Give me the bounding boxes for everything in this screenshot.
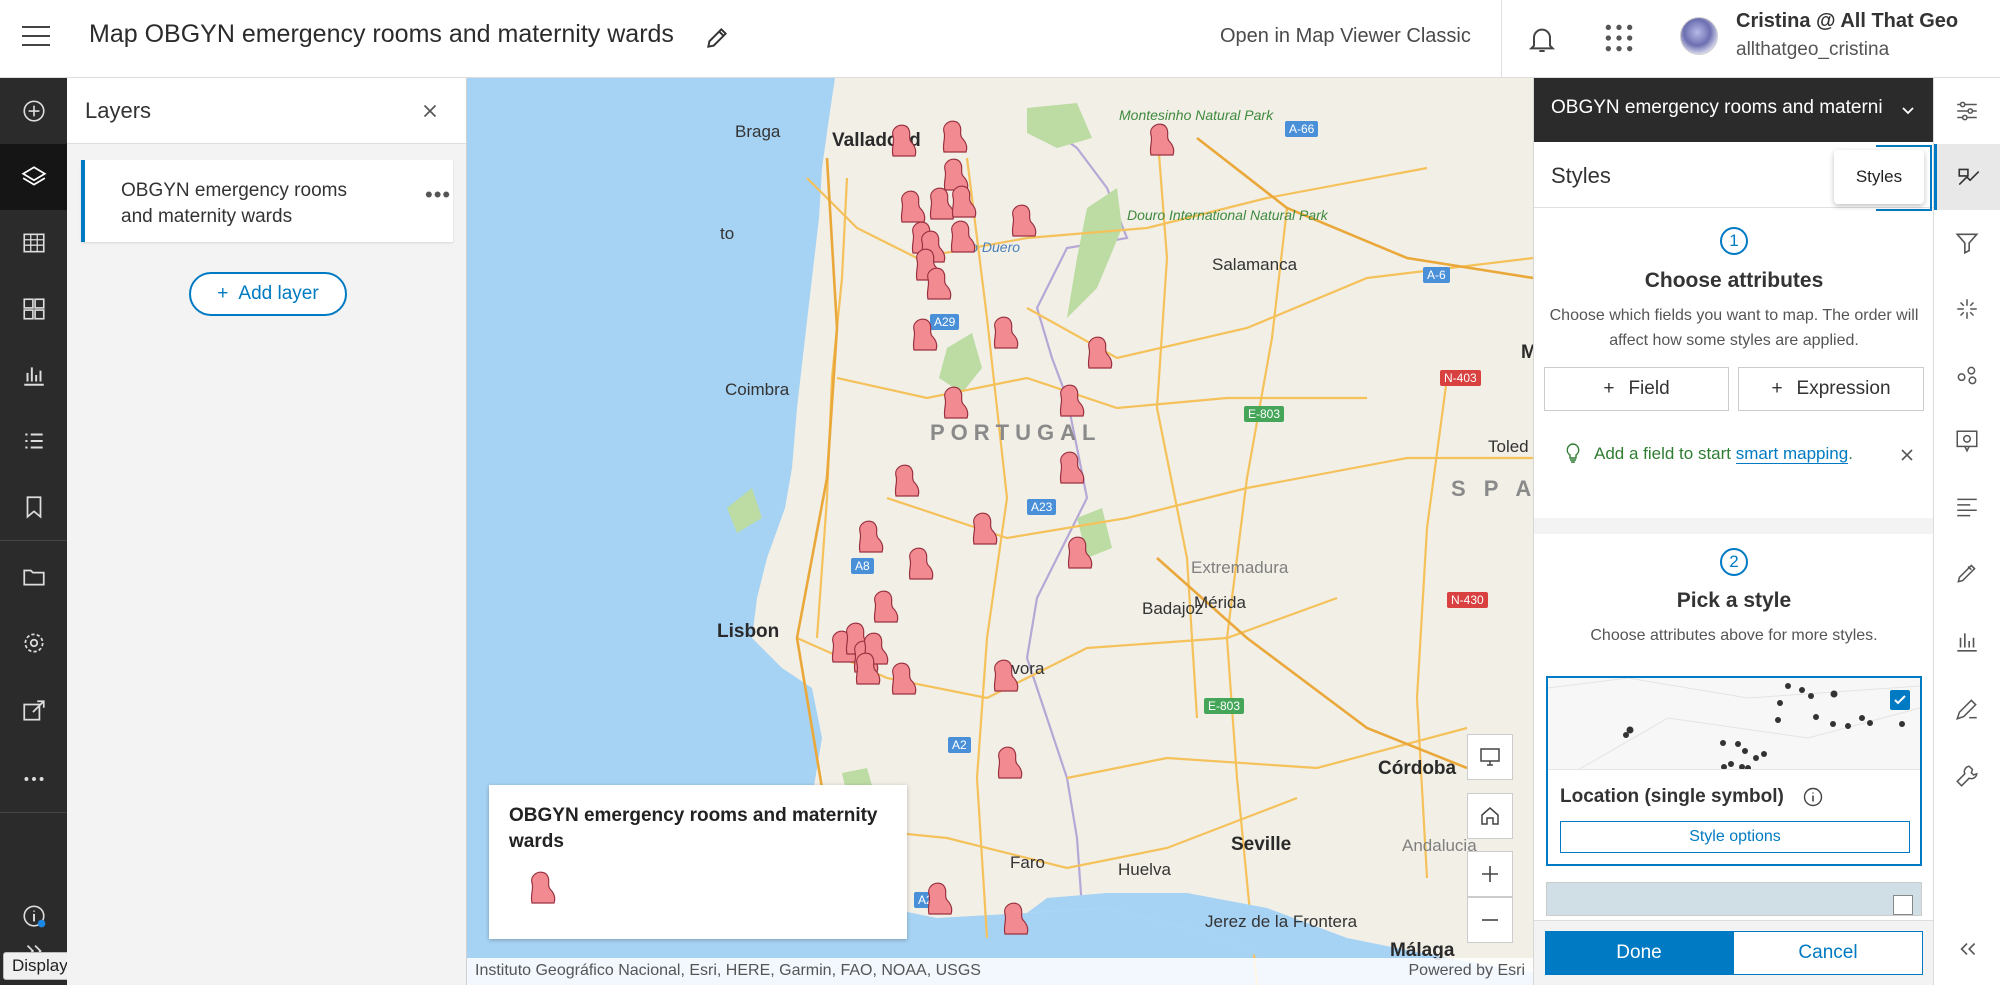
more-options-icon[interactable]: ••• (425, 182, 451, 208)
add-field-button[interactable]: + Field (1544, 367, 1729, 411)
user-name[interactable]: Cristina @ All That Geo (1736, 10, 1958, 33)
step-description: Choose which fields you want to map. The… (1549, 307, 1919, 349)
effects-icon[interactable] (1934, 276, 2000, 342)
bookmark-icon[interactable] (0, 474, 67, 540)
layer-selector[interactable]: OBGYN emergency rooms and materni (1534, 78, 1934, 142)
styles-panel: OBGYN emergency rooms and materni Styles… (1533, 78, 1934, 985)
lightbulb-icon (1566, 443, 1580, 463)
map-view[interactable]: Braga to Coimbra Valladolid Lisbon Evora… (467, 78, 1533, 985)
right-action-bar (1933, 78, 2000, 985)
step-description: Choose attributes above for more styles. (1590, 627, 1878, 644)
step-number: 2 (1720, 548, 1748, 576)
smart-mapping-hint: Add a field to start smart mapping. (1594, 444, 1853, 464)
map-title: Map OBGYN emergency rooms and maternity … (89, 20, 674, 48)
left-action-bar (0, 78, 67, 985)
legend-symbol-icon (530, 871, 556, 904)
left-bar-divider (0, 540, 67, 541)
style-options-button[interactable]: Style options (1560, 821, 1910, 853)
add-expression-button[interactable]: + Expression (1738, 367, 1924, 411)
charts-icon[interactable] (0, 342, 67, 408)
checkbox-unchecked-icon[interactable] (1893, 895, 1913, 915)
layer-item[interactable]: OBGYN emergency rooms and maternity ward… (81, 160, 453, 242)
table-icon[interactable] (0, 210, 67, 276)
pencil-icon[interactable] (704, 25, 730, 51)
plus-icon: + (1603, 378, 1615, 399)
folder-icon[interactable] (0, 544, 67, 610)
basemap-icon[interactable] (0, 276, 67, 342)
home-icon[interactable] (1467, 793, 1513, 839)
step-number: 1 (1720, 227, 1748, 255)
legend-icon[interactable] (0, 408, 67, 474)
avatar[interactable] (1680, 17, 1718, 55)
open-classic-link[interactable]: Open in Map Viewer Classic (1220, 25, 1471, 48)
app-header: Map OBGYN emergency rooms and maternity … (0, 0, 2000, 78)
layers-title: Layers (85, 98, 152, 123)
bell-icon[interactable] (1526, 22, 1558, 56)
done-button[interactable]: Done (1545, 931, 1733, 975)
add-layer-label: Add layer (238, 283, 319, 304)
configure-popup-icon[interactable] (1934, 408, 2000, 474)
style-thumbnail-map (1548, 678, 1920, 769)
legend: OBGYN emergency rooms and maternity ward… (489, 785, 907, 939)
style-thumbnail (1548, 678, 1920, 770)
step-title: Pick a style (1676, 589, 1792, 612)
styles-icon[interactable] (1934, 144, 2000, 210)
properties-icon[interactable] (1934, 78, 2000, 144)
attribution-text[interactable]: Instituto Geográfico Nacional, Esri, HER… (475, 962, 981, 980)
layer-selector-label: OBGYN emergency rooms and materni (1551, 97, 1883, 118)
zoom-out-icon[interactable] (1467, 897, 1513, 943)
info-icon[interactable] (1802, 786, 1824, 808)
step-title: Choose attributes (1644, 269, 1824, 292)
add-layer-button[interactable]: + Add layer (189, 272, 347, 316)
pop-ups-icon[interactable] (1934, 342, 2000, 408)
layers-panel-header: Layers (67, 78, 466, 144)
app-launcher-icon[interactable] (1603, 22, 1635, 54)
add-field-label: Field (1628, 378, 1670, 399)
choose-attributes-section: 1 Choose attributes Choose which fields … (1534, 208, 1934, 518)
layers-icon[interactable] (0, 144, 67, 210)
labels-icon[interactable] (1934, 474, 2000, 540)
powered-by[interactable]: Powered by Esri (1409, 962, 1526, 980)
zoom-in-icon[interactable] (1467, 851, 1513, 897)
style-name: Location (single symbol) (1560, 786, 1784, 807)
attribution-bar: Instituto Geográfico Nacional, Esri, HER… (467, 958, 1533, 985)
style-card-next[interactable] (1546, 882, 1922, 916)
settings-icon[interactable] (0, 610, 67, 676)
layers-panel: Layers OBGYN emergency rooms and materni… (67, 78, 467, 985)
edit-icon[interactable] (1934, 676, 2000, 742)
plus-icon: + (1771, 378, 1783, 399)
hint-text: Add a field to start (1594, 444, 1732, 463)
smart-mapping-link[interactable]: smart mapping (1735, 444, 1849, 464)
layer-item-label: OBGYN emergency rooms and maternity ward… (121, 180, 347, 227)
left-bar-divider (0, 812, 67, 813)
add-icon[interactable] (0, 78, 67, 144)
styles-footer: Done Cancel (1534, 920, 1934, 985)
header-divider (1501, 0, 1502, 78)
user-handle[interactable]: allthatgeo_cristina (1736, 39, 1889, 61)
style-card-single-symbol[interactable]: Location (single symbol) Style options (1546, 676, 1922, 866)
close-icon[interactable] (1900, 448, 1914, 462)
cancel-button[interactable]: Cancel (1733, 931, 1923, 975)
share-icon[interactable] (0, 678, 67, 744)
plus-icon: + (217, 283, 229, 304)
filter-icon[interactable] (1934, 210, 2000, 276)
field-charts-icon[interactable] (1934, 608, 2000, 674)
menu-icon[interactable] (22, 26, 50, 48)
legend-title: OBGYN emergency rooms and maternity ward… (509, 805, 878, 852)
more-icon[interactable] (0, 746, 67, 812)
chevron-down-icon (1902, 107, 1914, 115)
hint-suffix: . (1848, 444, 1853, 463)
styles-title: Styles (1551, 163, 1611, 188)
collapse-icon[interactable] (1934, 916, 2000, 982)
sketch-icon[interactable] (1934, 540, 2000, 606)
styles-tooltip: Styles (1834, 150, 1924, 204)
tools-icon[interactable] (1934, 743, 2000, 809)
add-expression-label: Expression (1796, 378, 1891, 399)
display-icon[interactable] (1467, 734, 1513, 780)
close-icon[interactable] (419, 100, 441, 122)
checkbox-checked-icon[interactable] (1890, 690, 1910, 710)
